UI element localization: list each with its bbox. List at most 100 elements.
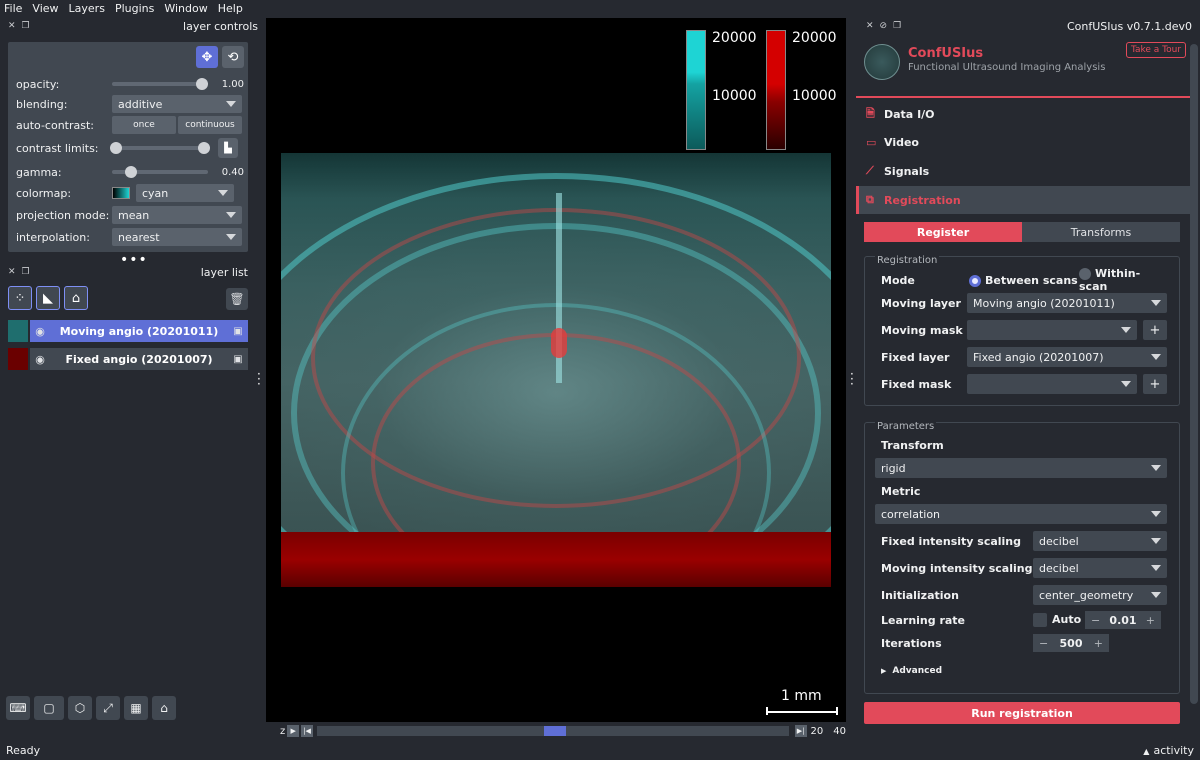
dims-current-value[interactable]: 20 [811,726,824,737]
auto-checkbox[interactable]: Auto [1033,613,1081,627]
plugin-scrollbar[interactable] [1190,44,1198,704]
fixed-layer-label: Fixed layer [881,350,950,364]
radio-unchecked-icon [1079,268,1091,280]
pan-zoom-icon[interactable]: ✥ [196,46,218,68]
video-icon: ▭ [866,135,877,149]
opacity-row: opacity: 1.00 [16,74,244,94]
colormap-value: cyan [142,186,169,200]
menu-layers[interactable]: Layers [69,2,105,15]
menu-help[interactable]: Help [218,2,243,15]
projection-row: projection mode: mean [16,205,244,225]
file-icon: 🗎 [866,106,875,120]
projection-select[interactable]: mean [112,206,242,224]
menu-file[interactable]: File [4,2,22,15]
ndisplay-toggle-icon[interactable]: ▢ [34,696,64,720]
viewer-canvas[interactable]: 20000 10000 20000 10000 1 mm [266,18,846,722]
console-icon[interactable]: ⌨ [6,696,30,720]
opacity-slider-handle[interactable] [196,78,208,90]
moving-mask-select[interactable] [967,320,1137,340]
play-icon[interactable]: ▶ [287,725,300,737]
initialization-select[interactable]: center_geometry [1033,585,1167,605]
moving-layer-label: Moving layer [881,296,961,310]
transform-icon[interactable]: ⟲ [222,46,244,68]
minus-icon[interactable]: − [1039,637,1048,650]
nav-data-io[interactable]: 🗎 Data I/O [856,100,1192,128]
moving-layer-select[interactable]: Moving angio (20201011) [967,293,1167,313]
interpolation-select[interactable]: nearest [112,228,242,246]
fixed-layer-select[interactable]: Fixed angio (20201007) [967,347,1167,367]
gamma-slider[interactable] [112,166,208,178]
gamma-value: 0.40 [221,166,244,178]
menu-plugins[interactable]: Plugins [115,2,154,15]
eye-icon[interactable]: ◉ [30,325,50,338]
hide-dock-icon[interactable]: ⊘ [880,21,888,31]
transpose-dims-icon[interactable]: ⤢ [96,696,120,720]
close-dock-icon[interactable]: ✕ [8,267,16,277]
add-moving-mask-icon[interactable]: + [1143,320,1167,340]
transform-label: Transform [881,438,944,452]
float-dock-icon[interactable]: ❐ [22,21,30,31]
colorbar-cyan-mid: 10000 [712,88,757,104]
contrast-min-handle[interactable] [110,142,122,154]
left-splitter-icon[interactable]: · · · [257,368,261,390]
float-dock-icon[interactable]: ❐ [22,267,30,277]
run-registration-button[interactable]: Run registration [864,702,1180,724]
nav-label: Video [884,135,919,149]
layer-controls-title: layer controls [183,19,258,33]
dims-slider-handle[interactable] [544,726,567,736]
tab-transforms[interactable]: Transforms [1022,222,1180,242]
menu-window[interactable]: Window [164,2,207,15]
blending-select[interactable]: additive [112,95,242,113]
gamma-slider-handle[interactable] [124,166,137,178]
new-labels-layer-icon[interactable]: ⌂ [64,286,88,310]
close-dock-icon[interactable]: ✕ [866,21,874,31]
plus-icon[interactable]: + [1146,614,1155,627]
moving-scaling-select[interactable]: decibel [1033,558,1167,578]
contrast-max-handle[interactable] [198,142,210,154]
close-dock-icon[interactable]: ✕ [8,21,16,31]
opacity-slider[interactable] [112,78,208,90]
dims-slider[interactable] [317,726,789,736]
minus-icon[interactable]: − [1091,614,1100,627]
take-tour-button[interactable]: Take a Tour [1126,42,1186,58]
step-back-icon[interactable]: |◀ [301,725,314,737]
new-points-layer-icon[interactable]: ⁘ [8,286,32,310]
plus-icon[interactable]: + [1094,637,1103,650]
add-fixed-mask-icon[interactable]: + [1143,374,1167,394]
eye-icon[interactable]: ◉ [30,353,50,366]
advanced-toggle[interactable]: ▶ Advanced [881,661,1167,681]
step-forward-icon[interactable]: ▶| [794,725,807,737]
delete-layer-icon[interactable]: 🗑 [226,288,248,310]
mode-within-scan-radio[interactable]: Within-scan [1079,267,1167,293]
iterations-spinbox[interactable]: − 500 + [1033,634,1109,652]
chevron-down-icon [1151,465,1161,471]
mode-between-scans-radio[interactable]: Between scans [969,274,1078,287]
learning-rate-spinbox[interactable]: − 0.01 + [1085,611,1161,629]
nav-signals[interactable]: ⟋ Signals [856,157,1192,185]
fixed-scaling-select[interactable]: decibel [1033,531,1167,551]
contrast-limits-slider[interactable] [110,142,210,154]
right-splitter-icon[interactable]: · · · [850,368,854,390]
parameters-group-title: Parameters [875,421,937,432]
transform-select[interactable]: rigid [875,458,1167,478]
layer-row-fixed[interactable]: ◉ Fixed angio (20201007) ▣ [8,348,248,370]
metric-select[interactable]: correlation [875,504,1167,524]
nav-registration[interactable]: ⧉ Registration [856,186,1192,214]
colormap-select[interactable]: cyan [136,184,234,202]
nav-video[interactable]: ▭ Video [856,128,1192,156]
fixed-mask-select[interactable] [967,374,1137,394]
new-shapes-layer-icon[interactable]: ◣ [36,286,60,310]
auto-contrast-continuous-button[interactable]: continuous [178,116,242,134]
colorbar-red-mid: 10000 [792,88,837,104]
grid-view-icon[interactable]: ▦ [124,696,148,720]
home-icon[interactable]: ⌂ [152,696,176,720]
histogram-icon[interactable]: ▙ [218,138,238,158]
fixed-angio-overflow [281,532,831,587]
menu-view[interactable]: View [32,2,58,15]
float-dock-icon[interactable]: ❐ [893,21,901,31]
auto-contrast-once-button[interactable]: once [112,116,176,134]
layer-row-moving[interactable]: ◉ Moving angio (20201011) ▣ [8,320,248,342]
activity-button[interactable]: ▲ activity [1143,744,1194,757]
roll-dims-icon[interactable]: ⬡ [68,696,92,720]
tab-register[interactable]: Register [864,222,1022,242]
